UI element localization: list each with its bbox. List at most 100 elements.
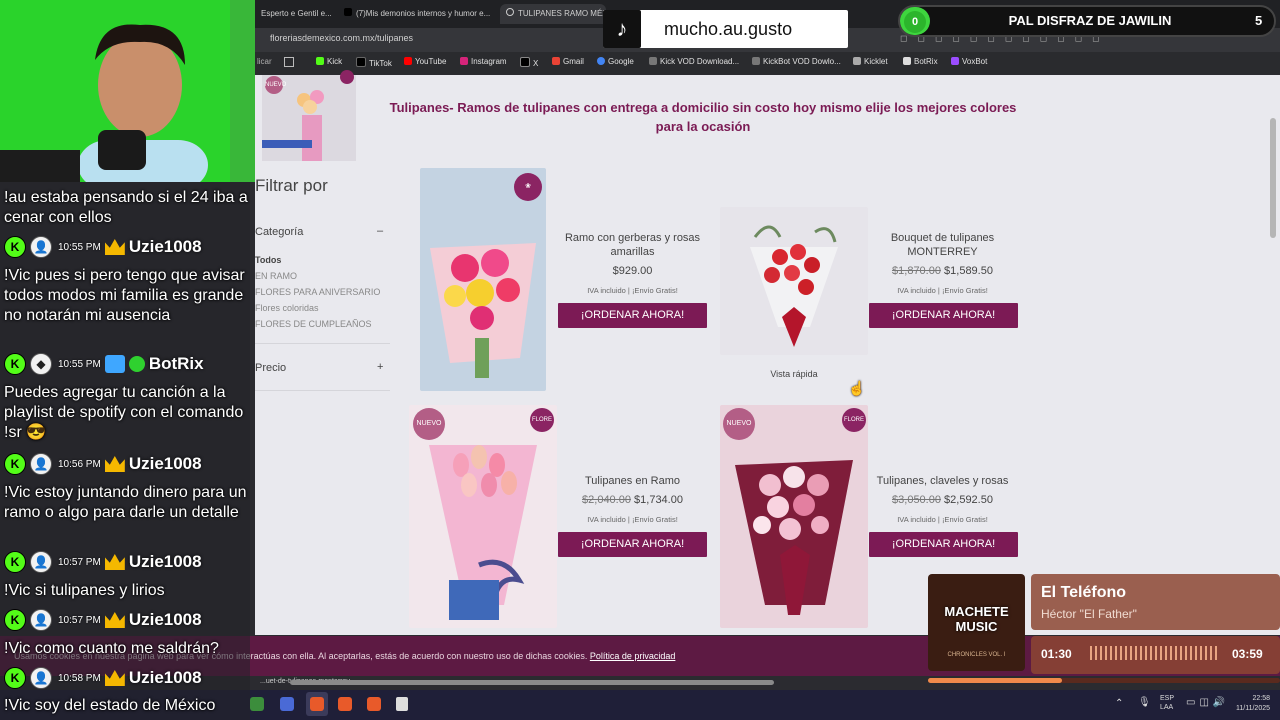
- user-avatar-icon: 👤: [30, 667, 52, 689]
- product-name-1[interactable]: Ramo con gerberas y rosas amarillas: [558, 231, 707, 259]
- brave-icon-3[interactable]: [367, 697, 381, 711]
- product-name-3[interactable]: Tulipanes en Ramo: [558, 474, 707, 488]
- bookmark-youtube[interactable]: YouTube: [404, 57, 446, 66]
- category-todos[interactable]: Todos: [255, 255, 281, 265]
- product-iva-2: IVA incluido | ¡Envío Gratis!: [897, 286, 988, 295]
- bookmark-voxbot[interactable]: VoxBot: [951, 57, 987, 66]
- tab-active[interactable]: TULIPANES RAMO MÉX...: [500, 4, 606, 24]
- product-image-monterrey[interactable]: [720, 207, 868, 355]
- product-image-gerberas[interactable]: [420, 168, 546, 391]
- vertical-scrollbar[interactable]: [1270, 118, 1276, 238]
- apps-grid-icon[interactable]: [284, 57, 294, 67]
- tiktok-logo-icon: ♪: [603, 10, 641, 48]
- category-collapse-toggle[interactable]: –: [377, 225, 383, 237]
- category-coloridas[interactable]: Flores coloridas: [255, 303, 319, 313]
- red-tulip-bouquet-image: [750, 225, 838, 347]
- thumb-flower-badge: [340, 70, 354, 84]
- filter-title: Filtrar por: [255, 176, 328, 195]
- goal-title: PAL DISFRAZ DE JAWILIN: [1008, 13, 1172, 28]
- album-cover: MACHETE MUSIC CHRONICLES VOL. I: [928, 574, 1025, 671]
- tray-chevron-icon[interactable]: ⌃: [1115, 698, 1123, 709]
- crown-icon: [104, 239, 125, 255]
- system-tray-icons[interactable]: ▭◫🔊: [1186, 697, 1229, 708]
- flower-badge-3: FLORE: [530, 408, 554, 432]
- brave-icon[interactable]: [310, 697, 324, 711]
- order-button-3[interactable]: ¡ORDENAR AHORA!: [558, 532, 707, 557]
- clock[interactable]: 22:58 11/11/2025: [1230, 694, 1270, 714]
- chat-message-3: !Vic estoy juntando dinero para un ramo …: [4, 484, 247, 521]
- bookmark-botrix[interactable]: BotRix: [903, 57, 938, 66]
- quick-view-link[interactable]: Vista rápida: [720, 369, 868, 379]
- bookmark-gmail[interactable]: Gmail: [552, 57, 584, 66]
- language-indicator[interactable]: ESP LAA: [1160, 694, 1174, 712]
- bookmark-kick-vod[interactable]: Kick VOD Download...: [649, 57, 739, 66]
- sidebar-divider-2: [255, 390, 390, 391]
- chat-meta-5: K 👤 10:57 PM Uzie1008: [4, 609, 202, 631]
- chat-meta-1: K 👤 10:55 PM Uzie1008: [4, 236, 202, 258]
- bookmark-google[interactable]: Google: [597, 57, 634, 66]
- old-price-2: $1,870.00: [892, 265, 941, 277]
- taskbar-app-1-icon[interactable]: [250, 697, 264, 711]
- category-aniversario[interactable]: FLORES PARA ANIVERSARIO: [255, 287, 380, 297]
- chat-user-2[interactable]: BotRix: [149, 354, 204, 374]
- album-subtitle: CHRONICLES VOL. I: [947, 652, 1006, 658]
- mic-icon[interactable]: 🎙: [1138, 697, 1151, 708]
- song-progress-fill: [928, 678, 1062, 683]
- order-button-4[interactable]: ¡ORDENAR AHORA!: [869, 532, 1018, 557]
- chat-user-5[interactable]: Uzie1008: [129, 610, 202, 630]
- category-cumpleanos[interactable]: FLORES DE CUMPLEAÑOS: [255, 319, 372, 329]
- clock-date: 11/11/2025: [1236, 705, 1270, 712]
- order-button-2[interactable]: ¡ORDENAR AHORA!: [869, 303, 1018, 328]
- tab-2[interactable]: (7)Mis demonios internos y humor e...: [338, 4, 494, 24]
- chat-meta-2: K ◆ 10:55 PM BotRix: [4, 353, 204, 375]
- user-avatar-icon: 👤: [30, 551, 52, 573]
- category-heading[interactable]: Categoría: [255, 226, 303, 238]
- bookmark-instagram[interactable]: Instagram: [460, 57, 507, 66]
- bookmark-kicklet[interactable]: Kicklet: [853, 57, 888, 66]
- brave-icon-2[interactable]: [338, 697, 352, 711]
- chat-time-3: 10:56 PM: [58, 458, 101, 470]
- new-badge-4: NUEVO: [723, 408, 755, 440]
- product-name-4[interactable]: Tulipanes, claveles y rosas: [868, 474, 1017, 488]
- chat-time-5: 10:57 PM: [58, 614, 101, 626]
- old-price-3: $2,040.00: [582, 494, 631, 506]
- thumb-new-badge: NUEVO: [265, 76, 286, 94]
- kick-badge-icon: K: [4, 667, 26, 689]
- taskbar-app-2-icon[interactable]: [280, 697, 294, 711]
- bookmark-apps-label[interactable]: licar: [257, 57, 272, 66]
- chat-user-3[interactable]: Uzie1008: [129, 454, 202, 474]
- chat-message-4: !Vic si tulipanes y lirios: [4, 582, 165, 599]
- url-field[interactable]: floreriasdemexico.com.mx/tulipanes: [270, 33, 413, 43]
- order-button-1[interactable]: ¡ORDENAR AHORA!: [558, 303, 707, 328]
- bot-avatar-icon: ◆: [30, 353, 52, 375]
- category-en-ramo[interactable]: EN RAMO: [255, 271, 297, 281]
- song-waveform: [1090, 646, 1218, 660]
- kick-badge-icon: K: [4, 609, 26, 631]
- file-icon[interactable]: [396, 697, 408, 711]
- tab-1[interactable]: Esperto e Gentil e...: [255, 4, 331, 24]
- kick-badge-icon: K: [4, 453, 26, 475]
- old-price-4: $3,050.00: [892, 494, 941, 506]
- chat-user-1[interactable]: Uzie1008: [129, 237, 202, 257]
- crown-icon: [104, 554, 125, 570]
- bookmark-kickbot-vod[interactable]: KickBot VOD Dowlo...: [752, 57, 841, 66]
- chat-message-2: Puedes agregar tu canción a la playlist …: [4, 384, 244, 441]
- product-price-4: $3,050.00 $2,592.50: [868, 494, 1017, 506]
- product-price-3: $2,040.00 $1,734.00: [558, 494, 707, 506]
- chat-user-4[interactable]: Uzie1008: [129, 552, 202, 572]
- chat-user-6[interactable]: Uzie1008: [129, 668, 202, 688]
- product-name-2[interactable]: Bouquet de tulipanes MONTERREY: [868, 231, 1017, 259]
- bookmark-tiktok[interactable]: TikTok: [356, 57, 392, 68]
- album-title: MACHETE MUSIC: [944, 604, 1009, 634]
- bookmark-kick[interactable]: Kick: [316, 57, 342, 66]
- song-title: El Teléfono: [1041, 584, 1127, 601]
- verified-bot-icon: [104, 355, 125, 373]
- price-expand-toggle[interactable]: +: [377, 361, 383, 373]
- privacy-policy-link[interactable]: Política de privacidad: [590, 651, 676, 661]
- tab-2-label: (7)Mis demonios internos y humor e...: [356, 9, 491, 18]
- product-iva-3: IVA incluido | ¡Envío Gratis!: [587, 515, 678, 524]
- bookmark-x[interactable]: X: [520, 57, 538, 68]
- product-iva-4: IVA incluido | ¡Envío Gratis!: [897, 515, 988, 524]
- price-heading[interactable]: Precio: [255, 362, 286, 374]
- horizontal-scrollbar[interactable]: [290, 680, 774, 685]
